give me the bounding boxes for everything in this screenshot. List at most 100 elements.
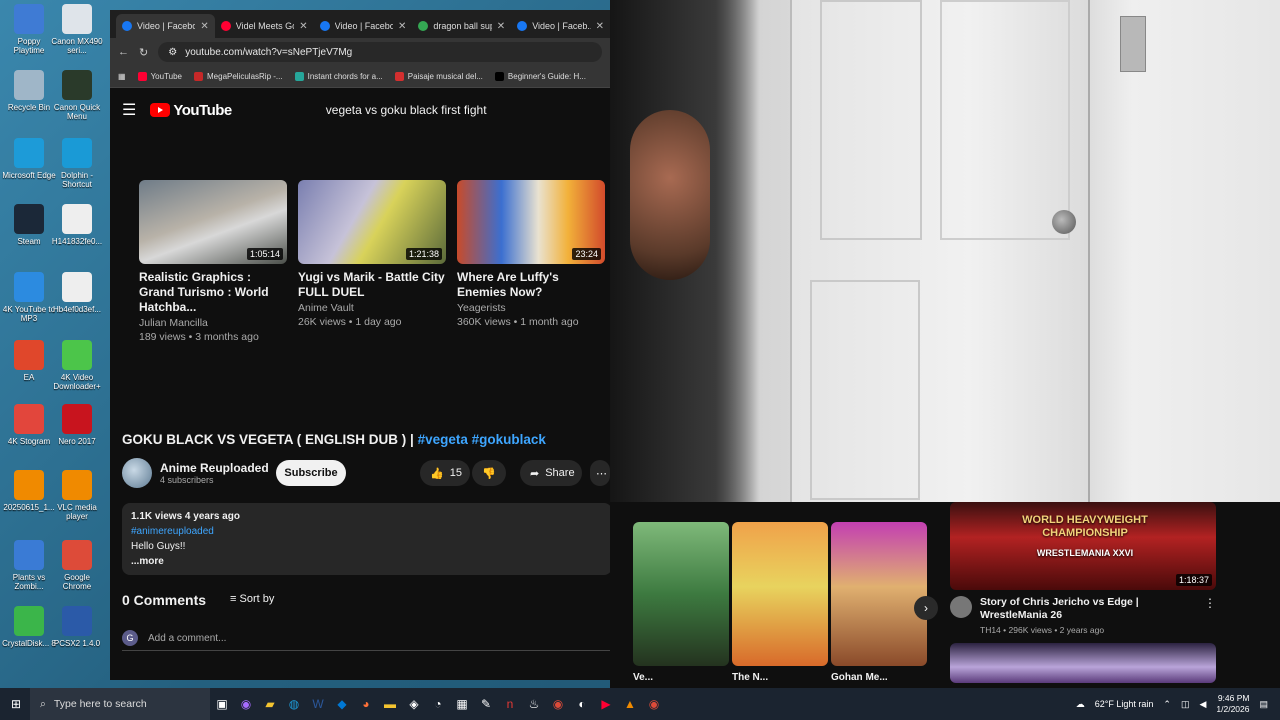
desktop-icon[interactable]: 4K Stogram bbox=[2, 404, 56, 446]
featured-thumbnail[interactable]: WORLD HEAVYWEIGHT CHAMPIONSHIP WRESTLEMA… bbox=[950, 502, 1216, 590]
paint-icon[interactable]: ✎ bbox=[474, 688, 498, 720]
related-video-card[interactable]: 1:05:14 Realistic Graphics : Grand Turism… bbox=[139, 180, 287, 343]
bookmark-item[interactable]: Paisaje musical del... bbox=[394, 72, 483, 81]
chrome-taskbar-icon-2[interactable]: ◉ bbox=[642, 688, 666, 720]
video-thumbnail[interactable]: 1:05:14 bbox=[139, 180, 287, 264]
browser-tab[interactable]: Video | Facebo... ✕ bbox=[314, 14, 413, 38]
close-tab-icon[interactable]: ✕ bbox=[398, 21, 406, 32]
desktop-icon[interactable]: 4K Video Downloader+ bbox=[50, 340, 104, 391]
related-video-card[interactable]: 1:21:38 Yugi vs Marik - Battle City FULL … bbox=[298, 180, 446, 328]
cortana-icon[interactable]: ◉ bbox=[234, 688, 258, 720]
task-view-icon[interactable]: ▣ bbox=[210, 688, 234, 720]
notification-icon[interactable]: ▤ bbox=[1259, 699, 1268, 710]
next-thumbnail[interactable] bbox=[950, 643, 1216, 683]
edge-taskbar-icon[interactable]: ◍ bbox=[282, 688, 306, 720]
desktop-icon[interactable]: VLC media player bbox=[50, 470, 104, 521]
taskbar-app-icon[interactable]: ◈ bbox=[402, 688, 426, 720]
volume-icon[interactable]: ◀ bbox=[1199, 699, 1206, 710]
speedometer-icon[interactable]: ◔ bbox=[426, 688, 450, 720]
search-input[interactable]: vegeta vs goku black first fight bbox=[326, 103, 487, 117]
sort-by-button[interactable]: ≡ Sort by bbox=[230, 593, 274, 605]
desktop-icon[interactable]: Canon Quick Menu bbox=[50, 70, 104, 121]
media-icon[interactable]: ◐ bbox=[570, 688, 594, 720]
desktop-icon[interactable]: Plants vs Zombi... bbox=[2, 540, 56, 591]
video-card-title[interactable]: Yugi vs Marik - Battle City FULL DUEL bbox=[298, 270, 446, 300]
tray-chevron-icon[interactable]: ⌃ bbox=[1163, 699, 1171, 710]
bookmark-item[interactable]: MegaPeliculasRip -... bbox=[194, 72, 283, 81]
video-card-title[interactable]: Realistic Graphics : Grand Turismo : Wor… bbox=[139, 270, 287, 315]
outlook-icon[interactable]: ◆ bbox=[330, 688, 354, 720]
add-comment-input[interactable]: Add a comment... bbox=[148, 633, 226, 644]
weather-text[interactable]: 62°F Light rain bbox=[1095, 699, 1154, 709]
folder-icon[interactable]: ▬ bbox=[378, 688, 402, 720]
browser-tab[interactable]: dragon ball sup... ✕ bbox=[412, 14, 511, 38]
desktop-icon[interactable]: Google Chrome bbox=[50, 540, 104, 591]
desktop-icon[interactable]: Steam bbox=[2, 204, 56, 246]
youtube-logo[interactable]: YouTube bbox=[150, 102, 232, 119]
next-arrow-icon[interactable]: › bbox=[914, 596, 938, 620]
video-card-channel[interactable]: Julian Mancilla bbox=[139, 317, 287, 329]
channel-avatar[interactable] bbox=[122, 458, 152, 488]
vlc-taskbar-icon[interactable]: ▲ bbox=[618, 688, 642, 720]
desktop-icon[interactable]: 4K YouTube to MP3 bbox=[2, 272, 56, 323]
url-field[interactable]: ⚙ youtube.com/watch?v=sNePTjeV7Mg bbox=[158, 42, 602, 62]
start-icon[interactable]: ⊞ bbox=[4, 688, 28, 720]
more-actions-icon[interactable]: ⋯ bbox=[590, 460, 610, 486]
featured-channel-avatar[interactable] bbox=[950, 596, 972, 618]
desktop-icon[interactable]: H141832fe0... bbox=[50, 204, 104, 246]
browser-tab[interactable]: Video | Facebo... ✕ bbox=[116, 14, 215, 38]
close-tab-icon[interactable]: ✕ bbox=[299, 21, 307, 32]
close-tab-icon[interactable]: ✕ bbox=[596, 21, 604, 32]
close-tab-icon[interactable]: ✕ bbox=[497, 21, 505, 32]
bookmark-item[interactable]: YouTube bbox=[137, 72, 182, 81]
desktop-icon[interactable]: Microsoft Edge bbox=[2, 138, 56, 180]
video-card-channel[interactable]: Anime Vault bbox=[298, 302, 446, 314]
browser-tab[interactable]: Video | Faceb... ✕ bbox=[511, 14, 610, 38]
video-card-channel[interactable]: Yeagerists bbox=[457, 302, 605, 314]
video-hashtags[interactable]: #vegeta #gokublack bbox=[418, 432, 546, 447]
calculator-icon[interactable]: ▦ bbox=[450, 688, 474, 720]
featured-video[interactable]: WORLD HEAVYWEIGHT CHAMPIONSHIP WRESTLEMA… bbox=[950, 502, 1216, 683]
browser-tab[interactable]: Videl Meets Go... ✕ bbox=[215, 14, 314, 38]
clock[interactable]: 9:46 PM 1/2/2026 bbox=[1216, 693, 1249, 715]
apps-grid-icon[interactable]: ▦ bbox=[118, 72, 126, 81]
like-button[interactable]: 👍 15 bbox=[420, 460, 470, 486]
desktop-icon[interactable]: CrystalDisk... 8 bbox=[2, 606, 56, 648]
subscribe-button[interactable]: Subscribe bbox=[276, 460, 346, 486]
desktop-icon[interactable]: Dolphin - Shortcut bbox=[50, 138, 104, 189]
desktop-icon[interactable]: Poppy Playtime bbox=[2, 4, 56, 55]
word-icon[interactable]: W bbox=[306, 688, 330, 720]
steam-taskbar-icon[interactable]: ♨ bbox=[522, 688, 546, 720]
video-card-title[interactable]: Where Are Luffy's Enemies Now? bbox=[457, 270, 605, 300]
menu-icon[interactable]: ☰ bbox=[122, 100, 136, 120]
short-thumbnail[interactable]: Ve... bbox=[633, 522, 729, 683]
desktop-icon[interactable]: PCSX2 1.4.0 bbox=[50, 606, 104, 648]
nero-taskbar-icon[interactable]: n bbox=[498, 688, 522, 720]
weather-icon[interactable]: ☁ bbox=[1076, 699, 1085, 710]
network-icon[interactable]: ◫ bbox=[1181, 699, 1190, 710]
close-tab-icon[interactable]: ✕ bbox=[200, 21, 208, 32]
desktop-icon[interactable]: EA bbox=[2, 340, 56, 382]
add-comment-row[interactable]: G Add a comment... bbox=[122, 630, 610, 651]
related-video-card[interactable]: 23:24 Where Are Luffy's Enemies Now? Yeage… bbox=[457, 180, 605, 328]
desktop-icon[interactable]: Nero 2017 bbox=[50, 404, 104, 446]
taskbar-search[interactable]: ⌕ Type here to search bbox=[30, 688, 210, 720]
desktop-icon[interactable]: 20250615_1... bbox=[2, 470, 56, 512]
firefox-icon[interactable]: ◕ bbox=[354, 688, 378, 720]
more-link[interactable]: ...more bbox=[131, 554, 603, 569]
youtube-taskbar-icon[interactable]: ▶ bbox=[594, 688, 618, 720]
description-hashtag[interactable]: #animereuploaded bbox=[131, 524, 603, 539]
channel-name[interactable]: Anime Reuploaded bbox=[160, 461, 269, 475]
bookmark-item[interactable]: Beginner's Guide: H... bbox=[494, 72, 586, 81]
desktop-icon[interactable]: Canon MX490 seri... bbox=[50, 4, 104, 55]
reload-icon[interactable]: ↻ bbox=[139, 46, 148, 59]
short-thumbnail[interactable]: The N... bbox=[732, 522, 828, 683]
desktop-icon[interactable]: Recycle Bin bbox=[2, 70, 56, 112]
site-info-icon[interactable]: ⚙ bbox=[168, 47, 177, 58]
video-thumbnail[interactable]: 23:24 bbox=[457, 180, 605, 264]
back-icon[interactable]: ← bbox=[118, 46, 129, 58]
bookmark-item[interactable]: Instant chords for a... bbox=[294, 72, 383, 81]
video-thumbnail[interactable]: 1:21:38 bbox=[298, 180, 446, 264]
short-thumbnail[interactable]: Gohan Me... bbox=[831, 522, 927, 683]
dislike-button[interactable]: 👎 bbox=[472, 460, 506, 486]
